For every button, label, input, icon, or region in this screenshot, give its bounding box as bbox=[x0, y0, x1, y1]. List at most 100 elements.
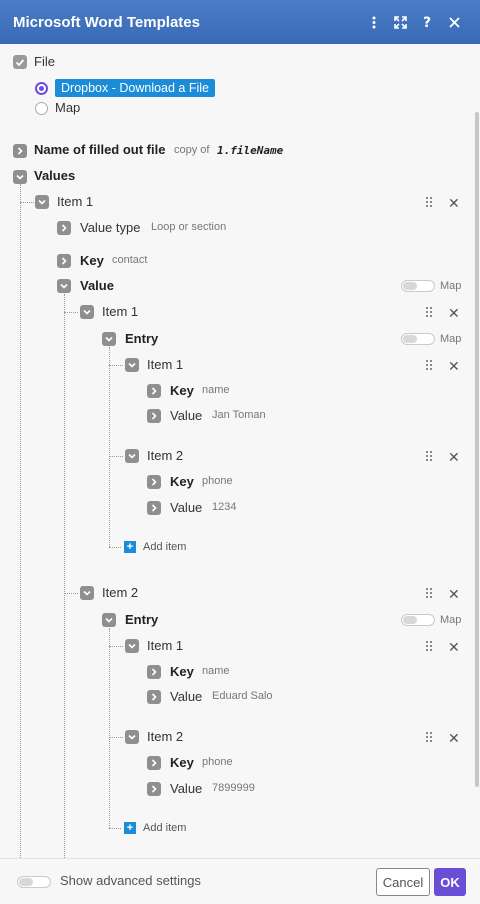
value-label: Value bbox=[80, 278, 114, 293]
chevron-down-icon[interactable] bbox=[125, 358, 139, 372]
entry-label: Entry bbox=[125, 612, 159, 627]
file-option-map[interactable]: Map bbox=[55, 100, 80, 115]
tree-line bbox=[109, 828, 121, 829]
add-item-link[interactable]: Add item bbox=[143, 541, 186, 553]
entry-item-label: Item 2 bbox=[102, 585, 139, 600]
drag-handle-icon[interactable] bbox=[426, 588, 434, 600]
row-value-hint: Eduard Salo bbox=[212, 690, 273, 702]
drag-handle-icon[interactable] bbox=[426, 451, 434, 463]
chevron-right-icon[interactable] bbox=[147, 409, 161, 423]
chevron-right-icon[interactable] bbox=[147, 501, 161, 515]
row-value-hint: 1234 bbox=[212, 501, 237, 513]
drag-handle-icon[interactable] bbox=[426, 307, 434, 319]
chevron-down-icon[interactable] bbox=[35, 195, 49, 209]
add-item-link[interactable]: Add item bbox=[143, 822, 186, 834]
scrollbar-thumb[interactable] bbox=[475, 112, 479, 787]
row-item-label: Item 2 bbox=[147, 448, 184, 463]
file-label: File bbox=[34, 54, 55, 69]
drag-handle-icon[interactable] bbox=[426, 360, 434, 372]
chevron-down-icon[interactable] bbox=[102, 332, 116, 346]
advanced-settings-toggle[interactable] bbox=[17, 876, 51, 888]
remove-item-icon[interactable]: ✕ bbox=[448, 306, 460, 320]
help-icon[interactable]: ? bbox=[414, 0, 441, 44]
name-field-label: Name of filled out file bbox=[34, 142, 166, 157]
remove-item-icon[interactable]: ✕ bbox=[448, 359, 460, 373]
name-field-hint-prefix: copy of bbox=[174, 144, 210, 156]
map-toggle[interactable] bbox=[401, 280, 435, 292]
tree-line bbox=[64, 312, 78, 313]
remove-item-icon[interactable]: ✕ bbox=[448, 640, 460, 654]
row-item-label: Item 1 bbox=[147, 638, 184, 653]
chevron-down-icon[interactable] bbox=[125, 449, 139, 463]
chevron-right-icon[interactable] bbox=[147, 782, 161, 796]
chevron-right-icon[interactable] bbox=[147, 384, 161, 398]
advanced-settings-label[interactable]: Show advanced settings bbox=[60, 873, 201, 888]
radio-map[interactable] bbox=[35, 102, 48, 115]
chevron-down-icon[interactable] bbox=[57, 279, 71, 293]
chevron-down-icon[interactable] bbox=[80, 305, 94, 319]
value-type-label: Value type bbox=[80, 220, 141, 235]
remove-item-icon[interactable]: ✕ bbox=[448, 450, 460, 464]
map-toggle-label: Map bbox=[440, 333, 462, 345]
row-key-label: Key bbox=[170, 383, 194, 398]
row-value-hint: Jan Toman bbox=[212, 409, 266, 421]
drag-handle-icon[interactable] bbox=[426, 641, 434, 653]
tree-line bbox=[64, 294, 65, 858]
radio-dropbox[interactable] bbox=[35, 82, 48, 95]
chevron-down-icon[interactable] bbox=[125, 639, 139, 653]
chevron-down-icon[interactable] bbox=[80, 586, 94, 600]
key-hint: contact bbox=[112, 254, 148, 266]
row-key-hint: name bbox=[202, 665, 230, 677]
file-checkbox-icon[interactable] bbox=[13, 55, 27, 69]
tree-line bbox=[109, 365, 123, 366]
tree-line bbox=[20, 184, 21, 858]
expand-icon[interactable] bbox=[387, 0, 414, 44]
row-key-label: Key bbox=[170, 664, 194, 679]
row-item-label: Item 1 bbox=[147, 357, 184, 372]
row-value-label: Value bbox=[170, 781, 203, 796]
chevron-right-icon[interactable] bbox=[57, 221, 71, 235]
map-toggle[interactable] bbox=[401, 614, 435, 626]
chevron-down-icon[interactable] bbox=[13, 170, 27, 184]
chevron-right-icon[interactable] bbox=[147, 756, 161, 770]
add-item-plus-icon[interactable]: + bbox=[124, 822, 136, 834]
entry-label: Entry bbox=[125, 331, 159, 346]
chevron-right-icon[interactable] bbox=[147, 475, 161, 489]
drag-handle-icon[interactable] bbox=[426, 197, 434, 209]
file-option-dropbox[interactable]: Dropbox - Download a File bbox=[55, 79, 215, 97]
ok-button[interactable]: OK bbox=[434, 868, 466, 896]
chevron-down-icon[interactable] bbox=[125, 730, 139, 744]
remove-item-icon[interactable]: ✕ bbox=[448, 196, 460, 210]
close-icon[interactable] bbox=[441, 0, 468, 44]
name-field-hint-value: 1.fileName bbox=[217, 144, 284, 157]
row-value-label: Value bbox=[170, 689, 203, 704]
tree-line bbox=[109, 646, 123, 647]
value-type-hint: Loop or section bbox=[151, 221, 227, 233]
map-toggle-label: Map bbox=[440, 280, 462, 292]
chevron-right-icon[interactable] bbox=[147, 690, 161, 704]
remove-item-icon[interactable]: ✕ bbox=[448, 587, 460, 601]
tree-line bbox=[109, 737, 123, 738]
map-toggle-label: Map bbox=[440, 614, 462, 626]
row-key-label: Key bbox=[170, 474, 194, 489]
tree-line bbox=[109, 547, 121, 548]
header-actions: ? bbox=[360, 0, 468, 44]
chevron-right-icon[interactable] bbox=[13, 144, 27, 158]
panel-body: File Dropbox - Download a File Map Name … bbox=[0, 44, 480, 858]
map-toggle[interactable] bbox=[401, 333, 435, 345]
more-options-icon[interactable] bbox=[360, 0, 387, 44]
row-item-label: Item 2 bbox=[147, 729, 184, 744]
chevron-down-icon[interactable] bbox=[102, 613, 116, 627]
drag-handle-icon[interactable] bbox=[426, 732, 434, 744]
row-key-hint: name bbox=[202, 384, 230, 396]
add-item-plus-icon[interactable]: + bbox=[124, 541, 136, 553]
row-value-hint: 7899999 bbox=[212, 782, 255, 794]
chevron-right-icon[interactable] bbox=[57, 254, 71, 268]
tree-line bbox=[109, 456, 123, 457]
tree-line bbox=[64, 593, 78, 594]
chevron-right-icon[interactable] bbox=[147, 665, 161, 679]
svg-text:?: ? bbox=[423, 15, 431, 29]
cancel-button[interactable]: Cancel bbox=[376, 868, 430, 896]
remove-item-icon[interactable]: ✕ bbox=[448, 731, 460, 745]
entry-item-label: Item 1 bbox=[102, 304, 139, 319]
